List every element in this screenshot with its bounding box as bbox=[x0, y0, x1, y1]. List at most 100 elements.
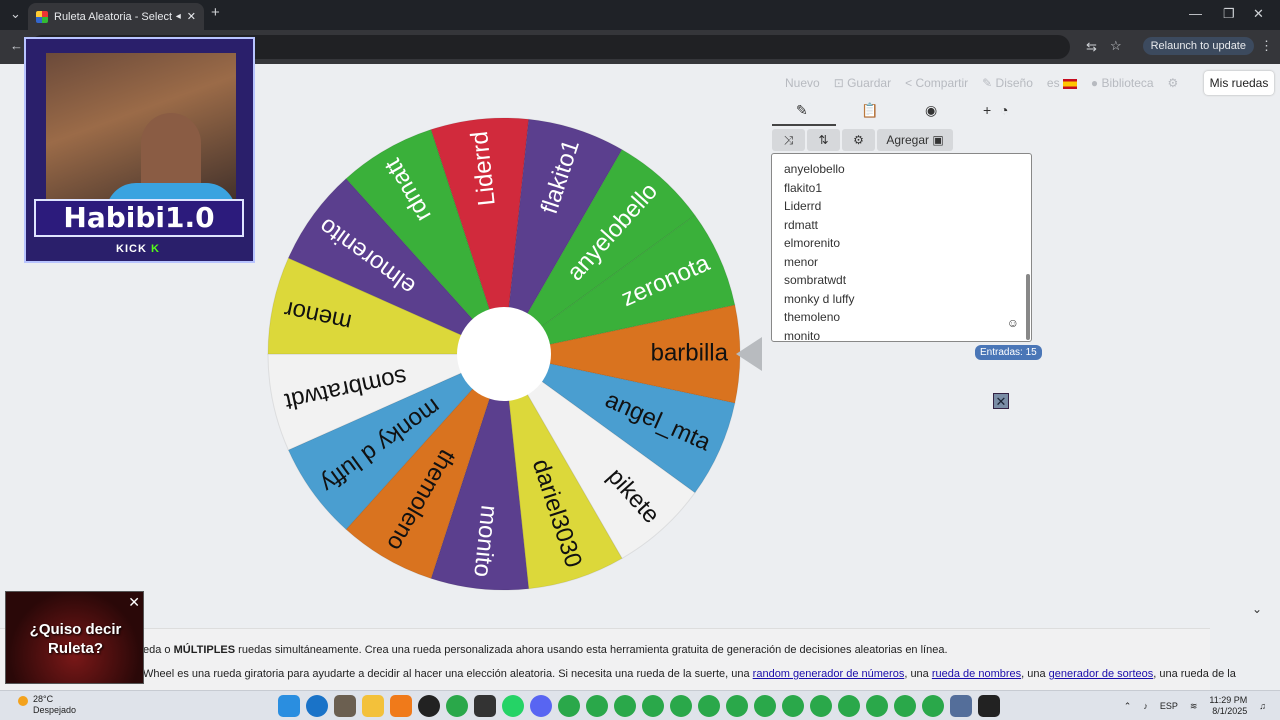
tab-results-clipboard-icon[interactable]: 📋 bbox=[861, 102, 878, 119]
wheel-center-hub[interactable] bbox=[457, 307, 551, 401]
random-number-link[interactable]: random generador de números bbox=[753, 668, 905, 680]
app-icon[interactable] bbox=[950, 695, 972, 717]
taskbar-apps bbox=[278, 695, 1000, 717]
design-label: Diseño bbox=[995, 76, 1033, 90]
desc-text: eda o bbox=[143, 644, 174, 656]
design-button[interactable]: ✎ Diseño bbox=[982, 76, 1033, 90]
giveaway-link[interactable]: generador de sorteos bbox=[1049, 668, 1154, 680]
wheel-segment-label: barbilla bbox=[651, 339, 729, 366]
chrome-icon[interactable] bbox=[922, 695, 944, 717]
chrome-icon[interactable] bbox=[446, 695, 468, 717]
ad-close-icon[interactable]: ✕ bbox=[128, 594, 140, 611]
windows-taskbar: 28°C Despejado ⌃ ♪ ESP ≋ 11:29 PM 8/1/20… bbox=[0, 690, 1280, 720]
close-icon[interactable]: ✕ bbox=[993, 393, 1009, 409]
wifi-icon[interactable]: ≋ bbox=[1190, 701, 1198, 712]
chrome-icon[interactable] bbox=[838, 695, 860, 717]
entries-scrollbar[interactable] bbox=[1026, 274, 1030, 340]
obs-icon[interactable] bbox=[418, 695, 440, 717]
description-paragraph-2: Wheel es una rueda giratoria para ayudar… bbox=[143, 668, 1236, 680]
weather-widget[interactable]: 28°C Despejado bbox=[18, 694, 76, 716]
chrome-icon[interactable] bbox=[754, 695, 776, 717]
browser-tab[interactable]: Ruleta Aleatoria - Selector Po ◂ ✕ bbox=[28, 3, 204, 30]
entry-line: anyelobello bbox=[784, 162, 845, 176]
my-wheels-button[interactable]: Mis ruedas bbox=[1204, 71, 1274, 95]
spin-wheel[interactable]: barbillaangel_mtapiketedariel3030monitot… bbox=[266, 116, 742, 592]
chrome-icon[interactable] bbox=[642, 695, 664, 717]
chevron-down-icon[interactable]: ⌄ bbox=[1252, 602, 1262, 616]
add-wheel-plus-icon[interactable]: + bbox=[983, 102, 991, 118]
library-button[interactable]: ● Biblioteca bbox=[1091, 76, 1154, 90]
webcam-overlay: Habibi1.0 KICK K bbox=[24, 37, 255, 263]
language-button[interactable]: es bbox=[1047, 76, 1077, 90]
back-icon[interactable]: ← bbox=[10, 38, 23, 53]
app-icon[interactable] bbox=[390, 695, 412, 717]
clock-date: 8/1/2025 bbox=[1212, 706, 1248, 716]
edge-icon[interactable] bbox=[306, 695, 328, 717]
clock[interactable]: 11:29 PM 8/1/2025 bbox=[1209, 695, 1247, 717]
add-image-button[interactable]: Agregar ▣ bbox=[877, 129, 953, 151]
settings-gear-icon[interactable]: ⚙ bbox=[1168, 76, 1179, 90]
shuffle-button[interactable]: ⤨ bbox=[772, 129, 805, 151]
emoji-icon[interactable]: ☺ bbox=[1007, 316, 1019, 330]
chrome-icon[interactable] bbox=[586, 695, 608, 717]
chrome-icon[interactable] bbox=[866, 695, 888, 717]
chrome-icon[interactable] bbox=[614, 695, 636, 717]
tab-close-icon[interactable]: ✕ bbox=[187, 10, 196, 23]
new-button[interactable]: Nuevo bbox=[785, 76, 820, 90]
kick-logo: KICK K bbox=[116, 243, 160, 255]
language-indicator[interactable]: ESP bbox=[1160, 701, 1178, 711]
chrome-icon[interactable] bbox=[894, 695, 916, 717]
add-image-label: Agregar bbox=[886, 133, 930, 147]
notification-bell-icon[interactable]: ♫ bbox=[1259, 701, 1266, 711]
maximize-icon[interactable]: ❐ bbox=[1223, 6, 1235, 22]
entries-textarea[interactable]: anyelobello flakito1 Liderrd rdmatt elmoreni… bbox=[771, 153, 1032, 342]
tab-search-icon[interactable]: ⌄ bbox=[10, 6, 21, 22]
chrome-icon[interactable] bbox=[698, 695, 720, 717]
tab-edit-pencil-icon[interactable]: ✎ bbox=[796, 102, 808, 119]
relaunch-button[interactable]: Relaunch to update bbox=[1142, 37, 1254, 55]
entry-line: flakito1 bbox=[784, 180, 823, 195]
menu-kebab-icon[interactable]: ⋮ bbox=[1260, 38, 1273, 54]
entry-tools: ⤨ ⇅ ⚙ Agregar ▣ bbox=[772, 129, 953, 151]
entry-line: sombratwdt bbox=[784, 273, 847, 287]
chrome-icon[interactable] bbox=[782, 695, 804, 717]
desc-text: Wheel es una rueda giratoria para ayudar… bbox=[143, 668, 753, 680]
chevron-up-icon[interactable]: ⌃ bbox=[1124, 701, 1132, 712]
entry-line: monky d luffy bbox=[784, 291, 855, 306]
new-tab-button[interactable]: + bbox=[211, 4, 220, 21]
minimize-icon[interactable]: — bbox=[1189, 6, 1202, 21]
app-icon[interactable] bbox=[334, 695, 356, 717]
bookmark-star-icon[interactable]: ☆ bbox=[1110, 38, 1122, 54]
tab-hide-eye-icon[interactable]: ◉ bbox=[925, 102, 937, 119]
save-button[interactable]: ⊡ Guardar bbox=[834, 76, 891, 90]
file-explorer-icon[interactable] bbox=[362, 695, 384, 717]
app-icon[interactable] bbox=[978, 695, 1000, 717]
save-label: Guardar bbox=[847, 76, 892, 90]
wheel-icon[interactable]: ◔ bbox=[1000, 102, 1008, 118]
name-wheel-link[interactable]: rueda de nombres bbox=[932, 668, 1021, 680]
close-window-icon[interactable]: ✕ bbox=[1253, 6, 1264, 22]
whatsapp-icon[interactable] bbox=[502, 695, 524, 717]
sort-button[interactable]: ⇅ bbox=[807, 129, 840, 151]
chrome-icon[interactable] bbox=[670, 695, 692, 717]
settings-gear-icon[interactable]: ⚙ bbox=[842, 129, 875, 151]
chrome-icon[interactable] bbox=[726, 695, 748, 717]
wheel-toolbar: Nuevo ⊡ Guardar < Compartir ✎ Diseño es … bbox=[785, 72, 1178, 94]
kick-text: KICK bbox=[116, 243, 147, 255]
ad-line-2: Ruleta? bbox=[47, 640, 103, 657]
description-section: eda o MÚLTIPLES ruedas simultáneamente. … bbox=[0, 628, 1236, 690]
audio-icon[interactable]: ◂ bbox=[176, 11, 181, 22]
start-icon[interactable] bbox=[278, 695, 300, 717]
share-button[interactable]: < Compartir bbox=[905, 76, 968, 90]
discord-icon[interactable] bbox=[530, 695, 552, 717]
translate-icon[interactable]: ⇆ bbox=[1086, 39, 1097, 55]
entries-list: anyelobello flakito1 Liderrd rdmatt elmoreni… bbox=[784, 160, 1019, 341]
chrome-icon[interactable] bbox=[558, 695, 580, 717]
spain-flag-icon bbox=[1062, 78, 1077, 89]
roulette-ad[interactable]: ¿Quiso decir Ruleta? ✕ bbox=[5, 591, 144, 684]
entry-line: menor bbox=[784, 254, 819, 269]
microphone-icon[interactable]: ♪ bbox=[1143, 701, 1148, 711]
app-icon[interactable] bbox=[474, 695, 496, 717]
chrome-icon[interactable] bbox=[810, 695, 832, 717]
desc-text: , una bbox=[904, 668, 932, 680]
